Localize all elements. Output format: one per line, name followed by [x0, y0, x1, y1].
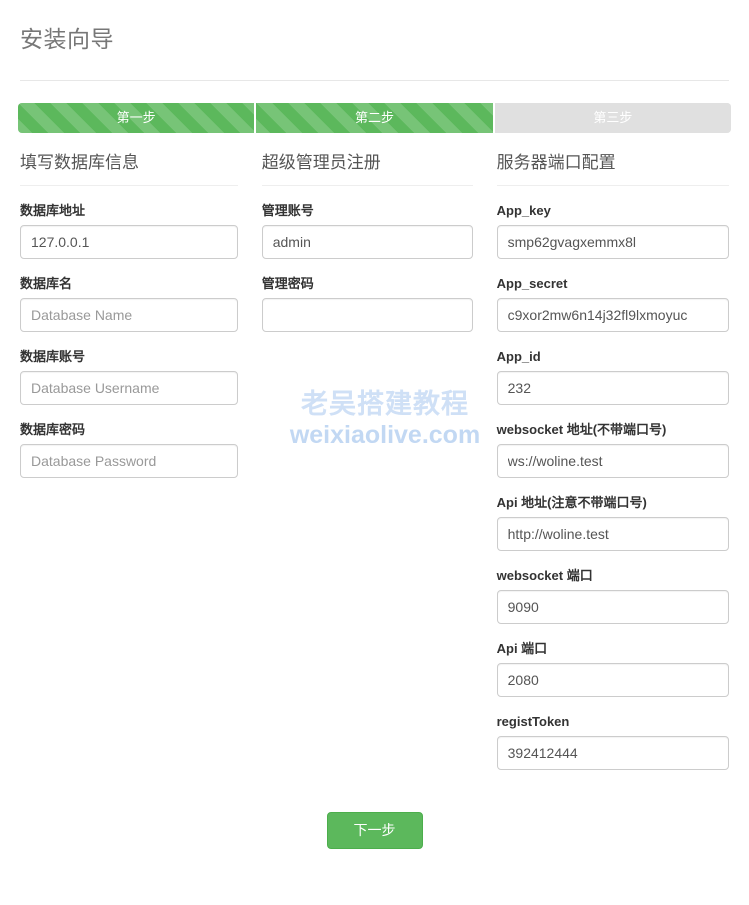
field-database-name: 数据库名	[20, 275, 238, 332]
page-title: 安装向导	[20, 26, 114, 52]
database-section-title: 填写数据库信息	[20, 151, 238, 186]
step-indicator-1[interactable]: 第一步	[18, 103, 257, 133]
server-section-title: 服务器端口配置	[496, 151, 729, 186]
field-app-key: App_key	[496, 202, 729, 259]
input-websocket-port[interactable]	[496, 590, 729, 624]
label-websocket-address: websocket 地址(不带端口号)	[496, 422, 667, 437]
label-app-key: App_key	[496, 203, 551, 218]
input-admin-password[interactable]	[261, 298, 473, 332]
field-admin-account: 管理账号	[261, 202, 473, 259]
header-divider	[20, 80, 729, 81]
input-api-port[interactable]	[496, 663, 729, 697]
install-wizard-page: 安装向导 第一步 第二步 第三步 填写数据库信息 数据库地址 数据库名 数据库账…	[0, 0, 749, 905]
input-api-address[interactable]	[496, 517, 729, 551]
field-websocket-address: websocket 地址(不带端口号)	[496, 421, 729, 478]
label-websocket-port: websocket 端口	[496, 568, 593, 583]
input-app-id[interactable]	[496, 371, 729, 405]
input-database-name[interactable]	[20, 298, 238, 332]
input-database-username[interactable]	[20, 371, 238, 405]
field-websocket-port: websocket 端口	[496, 567, 729, 624]
step-indicator-3[interactable]: 第三步	[494, 103, 731, 133]
input-admin-account[interactable]	[261, 225, 473, 259]
step-indicator-2[interactable]: 第二步	[256, 103, 495, 133]
field-database-password: 数据库密码	[20, 421, 238, 478]
field-admin-password: 管理密码	[261, 275, 473, 332]
field-app-id: App_id	[496, 348, 729, 405]
admin-column: 超级管理员注册 管理账号 管理密码	[250, 151, 485, 770]
label-admin-account: 管理账号	[261, 203, 314, 218]
label-database-username: 数据库账号	[20, 349, 86, 364]
input-database-host[interactable]	[20, 225, 238, 259]
label-api-address: Api 地址(注意不带端口号)	[496, 495, 647, 510]
field-app-secret: App_secret	[496, 275, 729, 332]
label-app-id: App_id	[496, 349, 541, 364]
step-progress-bar: 第一步 第二步 第三步	[18, 103, 731, 133]
field-api-address: Api 地址(注意不带端口号)	[496, 494, 729, 551]
form-footer: 下一步	[0, 812, 749, 849]
database-column: 填写数据库信息 数据库地址 数据库名 数据库账号 数据库密码	[8, 151, 250, 770]
input-regist-token[interactable]	[496, 736, 729, 770]
label-database-name: 数据库名	[20, 276, 73, 291]
input-app-key[interactable]	[496, 225, 729, 259]
label-regist-token: registToken	[496, 714, 570, 729]
input-app-secret[interactable]	[496, 298, 729, 332]
label-database-password: 数据库密码	[20, 422, 86, 437]
field-api-port: Api 端口	[496, 640, 729, 697]
label-app-secret: App_secret	[496, 276, 568, 291]
form-columns: 填写数据库信息 数据库地址 数据库名 数据库账号 数据库密码 超级管理员注册	[0, 151, 749, 770]
label-database-host: 数据库地址	[20, 203, 86, 218]
label-api-port: Api 端口	[496, 641, 548, 656]
server-column: 服务器端口配置 App_key App_secret App_id websoc…	[485, 151, 741, 770]
label-admin-password: 管理密码	[261, 276, 314, 291]
input-websocket-address[interactable]	[496, 444, 729, 478]
field-database-username: 数据库账号	[20, 348, 238, 405]
field-regist-token: registToken	[496, 713, 729, 770]
admin-section-title: 超级管理员注册	[261, 151, 473, 186]
field-database-host: 数据库地址	[20, 202, 238, 259]
next-step-button[interactable]: 下一步	[326, 812, 423, 849]
input-database-password[interactable]	[20, 444, 238, 478]
page-header: 安装向导	[0, 0, 749, 56]
